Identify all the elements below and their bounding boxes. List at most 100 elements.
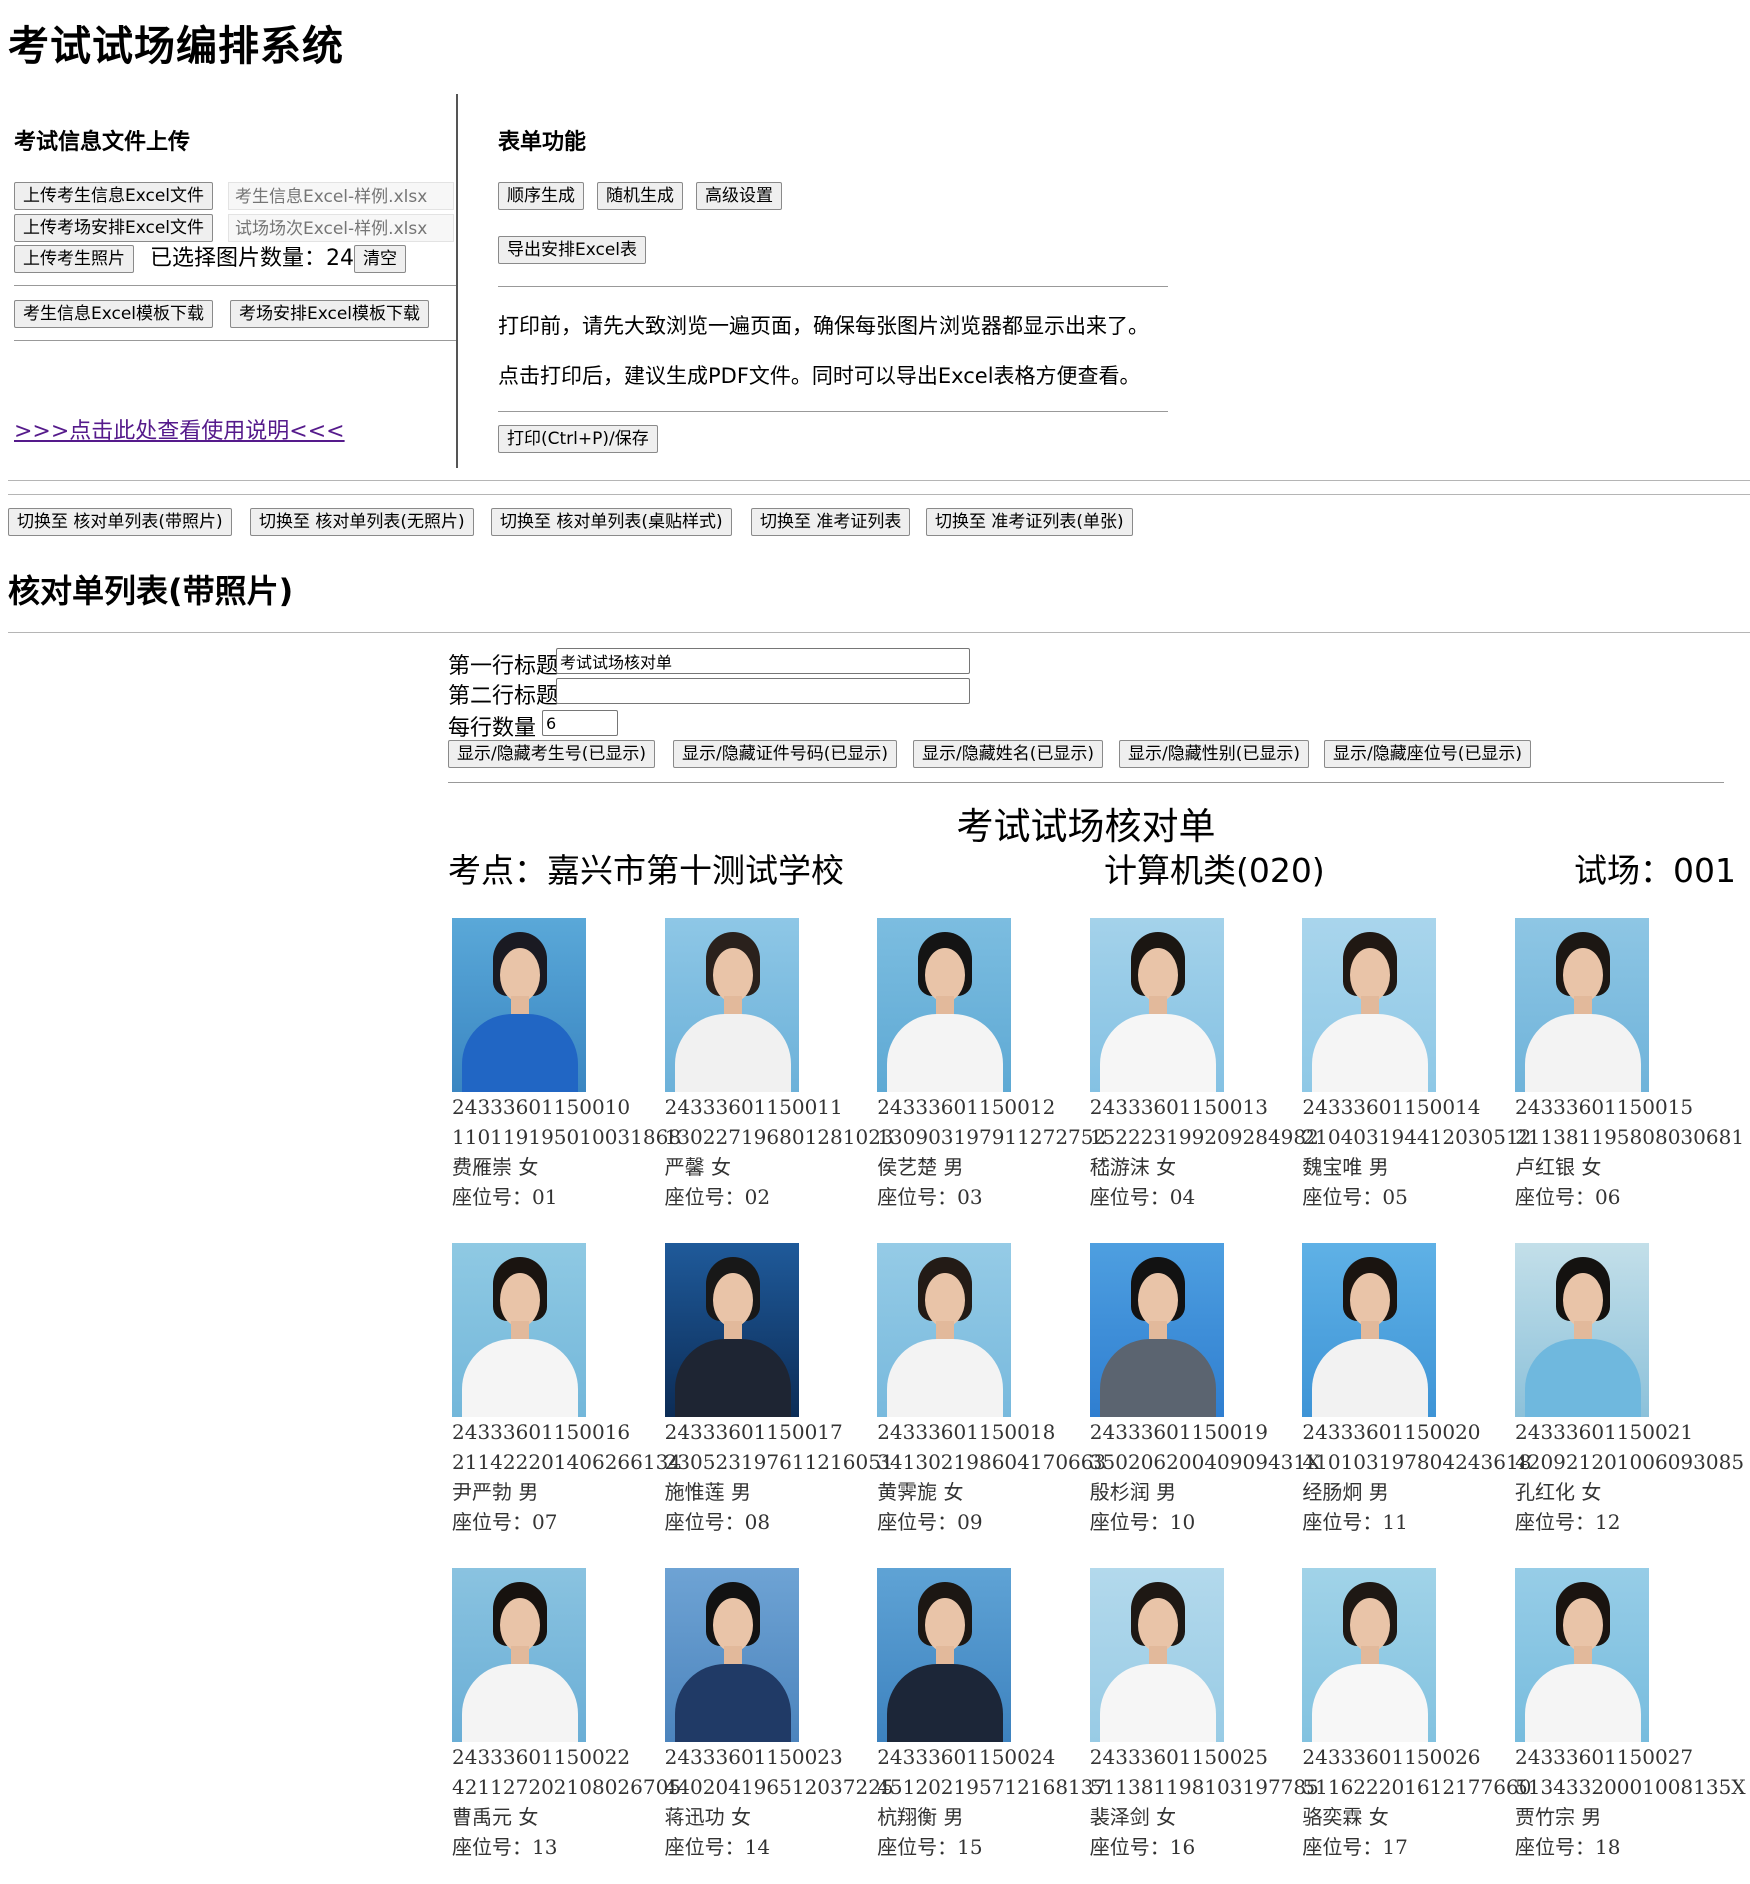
divider — [448, 782, 1724, 783]
help-link[interactable]: >>>点击此处查看使用说明<<< — [14, 413, 345, 445]
row2-title-input[interactable] — [556, 678, 970, 704]
exam-number: 24333601150016 — [452, 1420, 631, 1444]
student-photo — [452, 918, 586, 1092]
row1-title-input[interactable] — [556, 648, 970, 674]
upload-student-excel-button[interactable]: 上传考生信息Excel文件 — [14, 182, 214, 210]
row2-title-label: 第二行标题 — [448, 684, 559, 709]
toggle-exam-no-button[interactable]: 显示/隐藏考生号(已显示) — [448, 740, 655, 768]
exam-number: 24333601150023 — [664, 1745, 843, 1769]
id-number: 130227196801281023 — [664, 1125, 894, 1149]
forms-section-title: 表单功能 — [498, 130, 587, 155]
random-generate-button[interactable]: 随机生成 — [597, 182, 683, 210]
seat-number: 座位号：07 — [452, 1510, 558, 1534]
photo-count: 24 — [326, 246, 355, 271]
student-name-gender: 曹禹元 女 — [452, 1805, 539, 1829]
divider — [14, 285, 456, 286]
exam-number: 24333601150018 — [877, 1420, 1056, 1444]
student-card: 24333601150024 451202195712168137 杭翔衡 男座位号… — [877, 1568, 1106, 1862]
switch-admission-single-button[interactable]: 切换至 准考证列表(单张) — [926, 508, 1133, 536]
student-name-gender: 裴泽剑 女 — [1089, 1805, 1177, 1829]
exam-number: 24333601150011 — [664, 1095, 843, 1119]
student-card: 24333601150021 420921201006093085 孔红化 女座位号… — [1515, 1243, 1745, 1537]
upload-room-excel-button[interactable]: 上传考场安排Excel文件 — [14, 214, 214, 242]
switch-checklist-photo-button[interactable]: 切换至 核对单列表(带照片) — [8, 508, 232, 536]
id-number: 230523197611216051 — [664, 1450, 894, 1474]
toggle-name-button[interactable]: 显示/隐藏姓名(已显示) — [913, 740, 1103, 768]
seat-number: 座位号：05 — [1302, 1185, 1408, 1209]
exam-number: 24333601150010 — [452, 1095, 631, 1119]
exam-site: 考点：嘉兴市第十测试学校 — [448, 851, 844, 890]
student-card: 24333601150023 440204196512037225 蒋迅功 女座位号… — [664, 1568, 894, 1862]
student-name-gender: 杭翔衡 男 — [877, 1805, 964, 1829]
student-name-gender: 殷杉润 男 — [1089, 1480, 1177, 1504]
student-card: 24333601150012 130903197911272752 侯艺楚 男座位号… — [877, 918, 1106, 1212]
seat-number: 座位号：02 — [664, 1185, 771, 1209]
upload-section-title: 考试信息文件上传 — [14, 130, 191, 155]
seat-number: 座位号：09 — [877, 1510, 983, 1534]
id-number: 341302198604170663 — [877, 1450, 1107, 1474]
student-photo — [664, 1243, 799, 1417]
exam-number: 24333601150020 — [1302, 1420, 1481, 1444]
toggle-seat-button[interactable]: 显示/隐藏座位号(已显示) — [1324, 740, 1531, 768]
id-number: 152223199209284982 — [1089, 1125, 1319, 1149]
student-photo — [664, 1568, 799, 1742]
exam-room: 试场：001 — [1574, 851, 1736, 890]
id-number: 211381195808030681 — [1515, 1125, 1745, 1149]
student-card: 24333601150011 130227196801281023 严馨 女座位号：… — [664, 918, 894, 1212]
student-card: 24333601150020 410103197804243618 经肠炯 男座位号… — [1302, 1243, 1531, 1537]
upload-photo-button[interactable]: 上传考生照片 — [14, 245, 134, 273]
student-photo — [452, 1243, 586, 1417]
exam-number: 24333601150019 — [1089, 1420, 1268, 1444]
print-save-button[interactable]: 打印(Ctrl+P)/保存 — [498, 425, 658, 453]
student-card: 24333601150025 511381198103197785 裴泽剑 女座位号… — [1089, 1568, 1319, 1862]
export-excel-button[interactable]: 导出安排Excel表 — [498, 236, 647, 264]
divider — [8, 494, 1750, 495]
seat-number: 座位号：06 — [1515, 1185, 1621, 1209]
id-number: 421127202108026705 — [452, 1775, 682, 1799]
student-name-gender: 尹严勃 男 — [452, 1480, 539, 1504]
student-photo — [877, 918, 1012, 1092]
exam-category: 计算机类(020) — [1104, 851, 1325, 890]
seat-number: 座位号：14 — [664, 1835, 771, 1859]
toggle-gender-button[interactable]: 显示/隐藏性别(已显示) — [1119, 740, 1309, 768]
id-number: 440204196512037225 — [664, 1775, 894, 1799]
clear-photos-button[interactable]: 清空 — [354, 245, 406, 273]
id-number: 420921201006093085 — [1515, 1450, 1745, 1474]
seat-number: 座位号：15 — [877, 1835, 983, 1859]
advanced-settings-button[interactable]: 高级设置 — [696, 182, 782, 210]
room-template-download-button[interactable]: 考场安排Excel模板下载 — [230, 300, 430, 328]
student-template-download-button[interactable]: 考生信息Excel模板下载 — [14, 300, 214, 328]
student-name-gender: 嵇游沫 女 — [1089, 1155, 1177, 1179]
exam-number: 24333601150012 — [877, 1095, 1056, 1119]
toggle-id-no-button[interactable]: 显示/隐藏证件号码(已显示) — [673, 740, 897, 768]
student-photo — [452, 1568, 586, 1742]
seat-number: 座位号：13 — [452, 1835, 558, 1859]
room-excel-filename: 试场场次Excel-样例.xlsx — [228, 214, 454, 242]
print-note-2: 点击打印后，建议生成PDF文件。同时可以导出Excel表格方便查看。 — [498, 364, 1141, 388]
student-card: 24333601150019 35020620040909431X 殷杉润 男座位号… — [1089, 1243, 1321, 1537]
student-name-gender: 黄霁旎 女 — [877, 1480, 964, 1504]
id-number: 210403194412030512 — [1302, 1125, 1532, 1149]
per-row-input[interactable] — [542, 710, 618, 736]
switch-checklist-desk-button[interactable]: 切换至 核对单列表(桌贴样式) — [491, 508, 732, 536]
per-row-label: 每行数量 — [448, 716, 537, 741]
student-name-gender: 骆奕霖 女 — [1302, 1805, 1389, 1829]
student-photo — [1515, 1568, 1649, 1742]
student-name-gender: 费雁崇 女 — [452, 1155, 539, 1179]
student-photo — [877, 1568, 1012, 1742]
sequential-generate-button[interactable]: 顺序生成 — [498, 182, 584, 210]
id-number: 110119195010031868 — [452, 1125, 682, 1149]
student-name-gender: 侯艺楚 男 — [877, 1155, 964, 1179]
print-note-1: 打印前，请先大致浏览一遍页面，确保每张图片浏览器都显示出来了。 — [498, 314, 1149, 338]
student-name-gender: 蒋迅功 女 — [664, 1805, 751, 1829]
photo-count-label: 已选择图片数量：24 — [150, 246, 355, 271]
exam-number: 24333601150013 — [1089, 1095, 1268, 1119]
id-number: 35020620040909431X — [1089, 1450, 1321, 1474]
student-card: 24333601150016 211422201406266134 尹严勃 男座位号… — [452, 1243, 681, 1537]
student-photo — [1302, 1243, 1437, 1417]
student-card: 24333601150014 210403194412030512 魏宝唯 男座位号… — [1302, 918, 1532, 1212]
seat-number: 座位号：11 — [1302, 1510, 1408, 1534]
list-title: 核对单列表(带照片) — [8, 572, 294, 610]
switch-admission-list-button[interactable]: 切换至 准考证列表 — [751, 508, 911, 536]
switch-checklist-nophoto-button[interactable]: 切换至 核对单列表(无照片) — [250, 508, 474, 536]
